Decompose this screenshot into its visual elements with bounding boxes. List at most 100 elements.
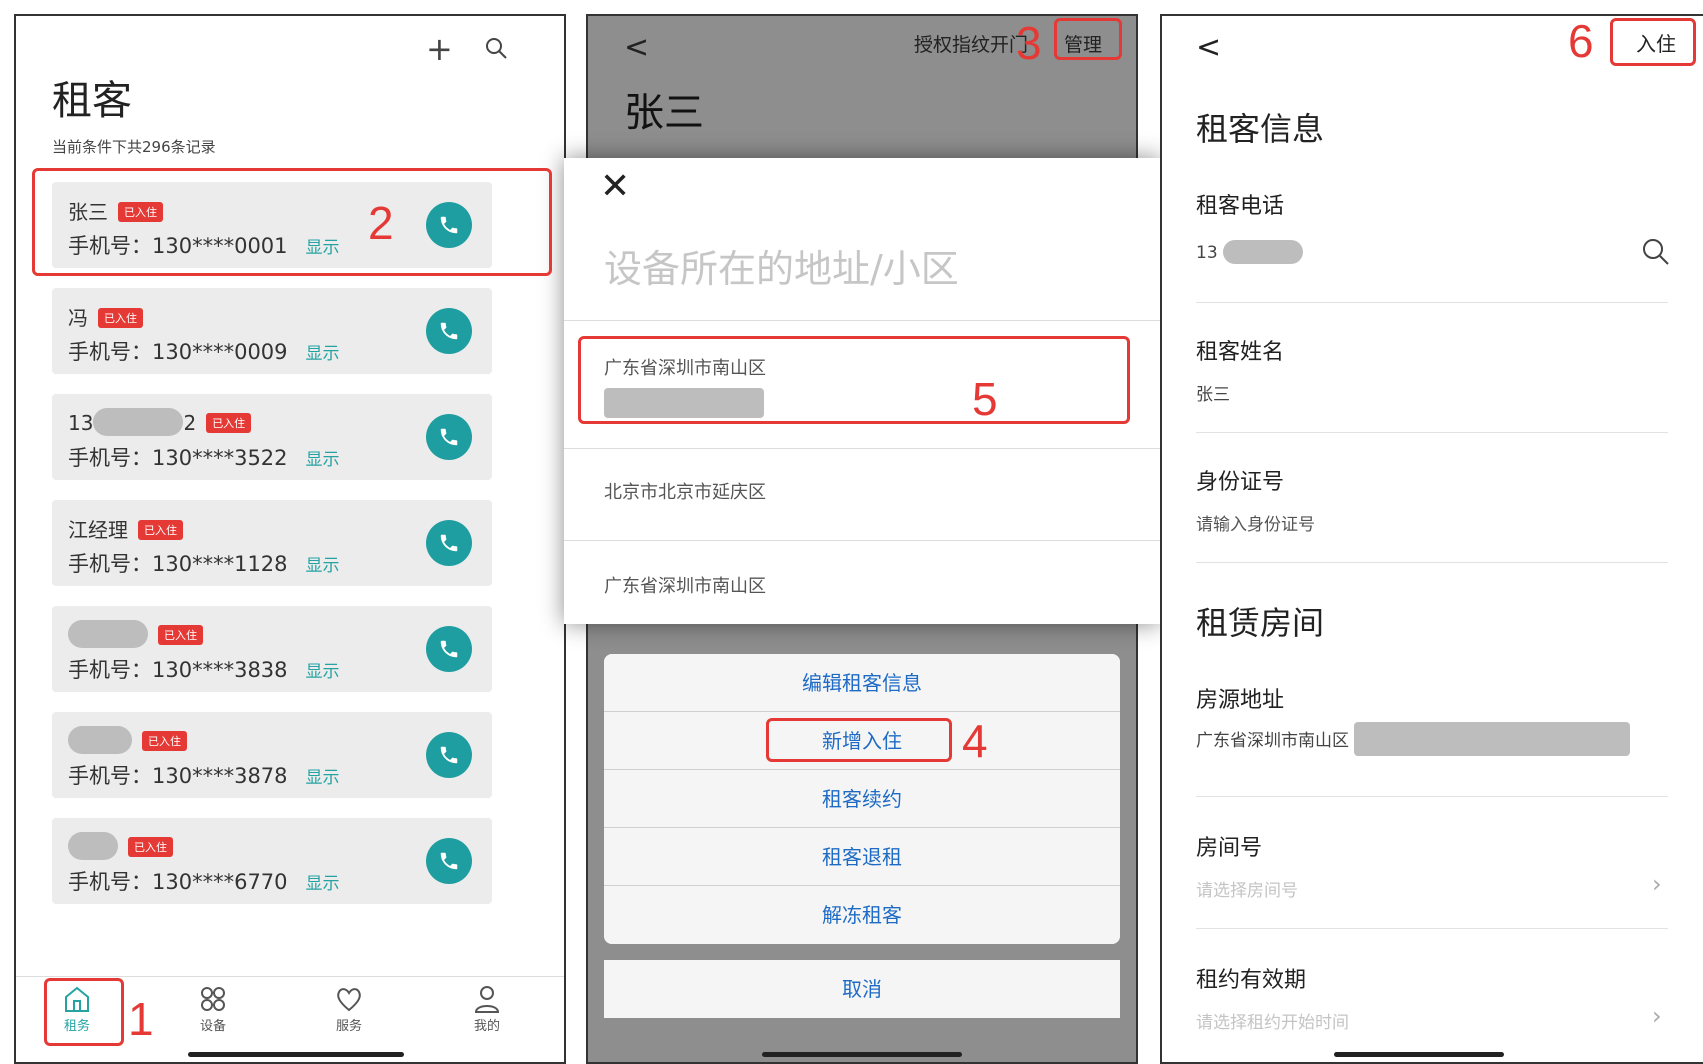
phone-field[interactable]: 13: [1196, 240, 1304, 264]
term-select[interactable]: 请选择租约开始时间: [1196, 1008, 1349, 1033]
nav-label: 设备: [199, 1019, 226, 1034]
tenant-phone: 手机号：130****0009: [68, 340, 288, 364]
id-field[interactable]: 请输入身份证号: [1196, 510, 1315, 535]
back-icon[interactable]: <: [624, 30, 649, 65]
highlight-box-6: [1610, 18, 1696, 66]
record-count: 当前条件下共296条记录: [52, 138, 216, 156]
renew-button[interactable]: 租客续约: [604, 770, 1120, 828]
call-button[interactable]: [426, 626, 472, 672]
phone-icon: [440, 322, 458, 340]
redacted-blur: [68, 726, 132, 754]
add-icon[interactable]: +: [426, 30, 453, 68]
status-badge: 已入住: [138, 520, 183, 540]
phone-value: 13: [1196, 243, 1218, 263]
unfreeze-button[interactable]: 解冻租客: [604, 886, 1120, 944]
tenant-name: 江经理: [68, 518, 128, 542]
page-title: 租客: [52, 78, 132, 124]
tenant-card[interactable]: 冯已入住 手机号：130****0009 显示: [52, 288, 492, 374]
home-indicator: [1334, 1052, 1504, 1057]
step-number: 4: [962, 715, 988, 767]
close-icon[interactable]: ✕: [600, 166, 630, 207]
person-icon: [474, 986, 500, 1013]
room-select[interactable]: 请选择房间号: [1196, 876, 1298, 901]
step-number: 2: [368, 197, 394, 249]
tenant-card[interactable]: 已入住 手机号：130****3878 显示: [52, 712, 492, 798]
tenant-card[interactable]: 已入住 手机号：130****6770 显示: [52, 818, 492, 904]
address-label: 房源地址: [1196, 688, 1285, 713]
search-icon[interactable]: [1640, 236, 1672, 268]
highlight-box-1: [44, 978, 124, 1046]
phone-label: 租客电话: [1196, 194, 1285, 219]
edit-tenant-button[interactable]: 编辑租客信息: [604, 654, 1120, 712]
step-number: 1: [128, 993, 154, 1045]
show-phone-link[interactable]: 显示: [306, 662, 340, 682]
cancel-sheet: 取消: [604, 960, 1120, 1018]
call-button[interactable]: [426, 414, 472, 460]
call-button[interactable]: [426, 732, 472, 778]
tenant-card[interactable]: 13 2 已入住 手机号：130****3522 显示: [52, 394, 492, 480]
name-label: 租客姓名: [1196, 340, 1285, 365]
chevron-right-icon: ›: [1652, 870, 1662, 898]
redacted-blur: [68, 620, 148, 648]
address-value: 广东省深圳市南山区: [1196, 731, 1349, 751]
back-icon[interactable]: <: [1196, 30, 1221, 65]
heart-icon: [337, 988, 361, 1012]
phone-icon: [440, 640, 458, 658]
step-number: 3: [1016, 17, 1042, 69]
address-search-input[interactable]: 设备所在的地址/小区: [604, 238, 959, 293]
tenant-name-title: 张三: [624, 90, 704, 136]
address-field[interactable]: 广东省深圳市南山区: [1196, 722, 1631, 756]
show-phone-link[interactable]: 显示: [306, 768, 340, 788]
show-phone-link[interactable]: 显示: [306, 556, 340, 576]
address-option[interactable]: 广东省深圳市南山区: [604, 572, 766, 598]
tenant-phone: 手机号：130****3522: [68, 446, 288, 470]
nav-item-service[interactable]: 服务: [314, 985, 384, 1034]
address-text: 广东省深圳市南山区: [604, 576, 766, 597]
status-badge: 已入住: [206, 413, 252, 433]
tenant-name: 13: [68, 411, 94, 435]
nav-item-devices[interactable]: 设备: [178, 985, 248, 1034]
address-option[interactable]: 北京市北京市延庆区: [604, 478, 766, 504]
phone-icon: [440, 746, 458, 764]
chevron-right-icon: ›: [1652, 1002, 1662, 1030]
redacted-blur: [1354, 722, 1631, 756]
highlight-box-4: [766, 718, 952, 762]
checkout-button[interactable]: 租客退租: [604, 828, 1120, 886]
status-badge: 已入住: [142, 731, 187, 751]
show-phone-link[interactable]: 显示: [306, 874, 340, 894]
redacted-blur: [1223, 240, 1304, 264]
search-icon[interactable]: [484, 36, 510, 62]
divider: [1196, 302, 1668, 303]
call-button[interactable]: [426, 520, 472, 566]
step-number: 5: [972, 373, 998, 425]
show-phone-link[interactable]: 显示: [306, 344, 340, 364]
fingerprint-auth-link[interactable]: 授权指纹开门: [914, 30, 1028, 57]
highlight-box-5: [578, 336, 1130, 424]
divider: [1196, 928, 1668, 929]
call-button[interactable]: [426, 838, 472, 884]
redacted-blur: [93, 408, 184, 436]
cancel-button[interactable]: 取消: [604, 960, 1120, 1018]
divider: [1196, 796, 1668, 797]
action-sheet: 编辑租客信息 新增入住 租客续约 租客退租 解冻租客: [604, 654, 1120, 944]
divider: [564, 320, 1160, 321]
name-field[interactable]: 张三: [1196, 380, 1230, 405]
call-button[interactable]: [426, 308, 472, 354]
divider: [564, 540, 1160, 541]
id-label: 身份证号: [1196, 470, 1285, 495]
tenant-card[interactable]: 江经理 已入住 手机号：130****1128 显示: [52, 500, 492, 586]
divider: [564, 448, 1160, 449]
tenant-phone: 手机号：130****3878: [68, 764, 288, 788]
nav-label: 我的: [473, 1019, 500, 1034]
nav-item-mine[interactable]: 我的: [452, 985, 522, 1034]
checkin-form-screen: < 入住 租客信息 租客电话 13 租客姓名 张三 身份证号 请输入身份证号 租…: [1160, 14, 1703, 1064]
grid-icon: [201, 987, 225, 1011]
tenant-phone: 手机号：130****3838: [68, 658, 288, 682]
tenant-phone: 手机号：130****1128: [68, 552, 288, 576]
tenant-name-suffix: 2: [183, 411, 197, 435]
home-indicator: [762, 1052, 962, 1057]
address-text: 北京市北京市延庆区: [604, 482, 766, 503]
show-phone-link[interactable]: 显示: [306, 450, 340, 470]
tenant-card[interactable]: 已入住 手机号：130****3838 显示: [52, 606, 492, 692]
highlight-box-3: [1054, 18, 1122, 60]
